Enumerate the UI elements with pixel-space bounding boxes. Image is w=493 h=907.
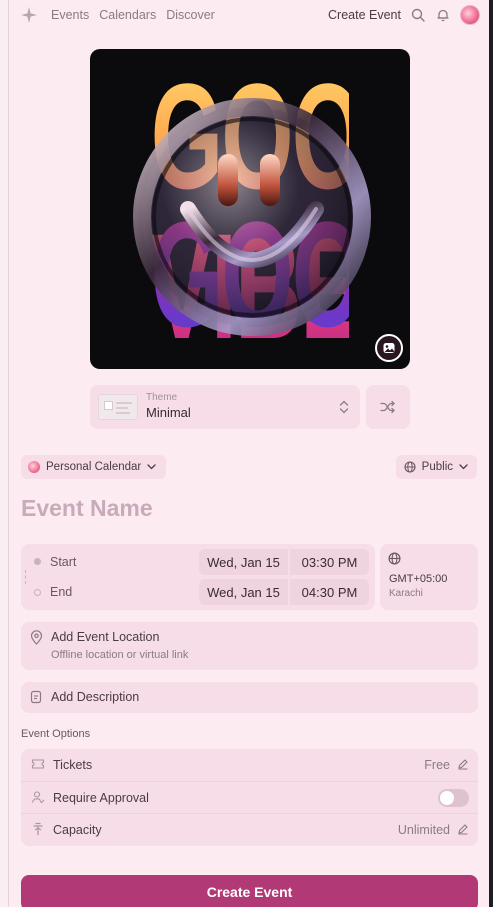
description-title: Add Description [51, 690, 140, 704]
map-pin-icon [30, 630, 43, 645]
pencil-icon[interactable] [457, 758, 469, 770]
calendar-label: Personal Calendar [46, 461, 142, 473]
nav-link-calendars[interactable]: Calendars [99, 8, 156, 22]
theme-selector[interactable]: Theme Minimal [90, 385, 360, 429]
image-icon [383, 343, 395, 353]
location-title: Add Event Location [51, 630, 160, 644]
theme-thumbnail [98, 394, 138, 420]
nav-link-discover[interactable]: Discover [166, 8, 215, 22]
event-name-input[interactable]: Event Name [21, 495, 153, 522]
location-subtitle: Offline location or virtual link [51, 649, 189, 661]
theme-label: Theme [146, 392, 178, 403]
right-edge [489, 0, 493, 907]
approval-label: Require Approval [53, 791, 149, 805]
globe-icon [404, 461, 416, 473]
bell-icon[interactable] [435, 7, 451, 23]
timezone-city: Karachi [389, 588, 423, 599]
user-avatar[interactable] [460, 5, 480, 25]
shuffle-theme-button[interactable] [366, 385, 410, 429]
calendar-selector[interactable]: Personal Calendar [21, 455, 167, 479]
pencil-icon[interactable] [457, 823, 469, 835]
capacity-icon [33, 822, 43, 835]
nav-links: Events Calendars Discover [51, 8, 215, 22]
start-date-field[interactable]: Wed, Jan 15 [199, 549, 288, 575]
sparkle-icon[interactable] [20, 6, 38, 24]
ticket-icon [31, 759, 45, 769]
globe-icon [388, 552, 401, 565]
tickets-option-row[interactable]: Tickets Free [21, 749, 478, 781]
start-end-connector [25, 570, 26, 584]
nav-create-event-link[interactable]: Create Event [328, 8, 401, 22]
add-description-button[interactable]: Add Description [21, 682, 478, 713]
end-label: End [50, 585, 73, 599]
chevron-down-icon [147, 464, 156, 470]
capacity-label: Capacity [53, 823, 102, 837]
nav-right: Create Event [328, 5, 480, 25]
left-edge [0, 0, 9, 907]
nav-link-events[interactable]: Events [51, 8, 89, 22]
timezone-selector[interactable]: GMT+05:00 Karachi [380, 544, 478, 610]
create-event-page: Events Calendars Discover Create Event G… [9, 0, 489, 907]
cover-image[interactable]: GOOD VIBES GOOD VIBES [90, 49, 410, 369]
date-time-panel: Start End Wed, Jan 15 03:30 PM Wed, Jan … [21, 544, 375, 610]
add-location-button[interactable]: Add Event Location Offline location or v… [21, 622, 478, 670]
user-check-icon [31, 791, 45, 804]
search-icon[interactable] [410, 7, 426, 23]
capacity-option-row[interactable]: Capacity Unlimited [21, 813, 478, 845]
event-options-panel: Tickets Free Require Approval Capacity U… [21, 749, 478, 846]
create-event-button[interactable]: Create Event [21, 875, 478, 907]
end-date-field[interactable]: Wed, Jan 15 [199, 579, 288, 605]
approval-option-row: Require Approval [21, 781, 478, 813]
visibility-selector[interactable]: Public [395, 455, 477, 479]
start-dot [34, 558, 41, 565]
require-approval-toggle[interactable] [438, 789, 469, 807]
chevron-up-down-icon [339, 400, 349, 414]
top-nav: Events Calendars Discover Create Event [9, 0, 489, 32]
theme-value: Minimal [146, 405, 191, 420]
smiley-graphic [133, 98, 371, 336]
tickets-value: Free [424, 758, 450, 772]
calendar-avatar [28, 461, 40, 473]
capacity-value: Unlimited [397, 823, 450, 837]
timezone-offset: GMT+05:00 [389, 573, 448, 585]
start-label: Start [50, 555, 77, 569]
document-icon [30, 690, 42, 704]
start-time-field[interactable]: 03:30 PM [290, 549, 369, 575]
visibility-label: Public [421, 461, 453, 473]
end-dot [34, 589, 41, 596]
shuffle-icon [380, 400, 395, 414]
change-cover-button[interactable] [375, 334, 403, 362]
end-time-field[interactable]: 04:30 PM [290, 579, 369, 605]
event-options-heading: Event Options [21, 728, 91, 740]
tickets-label: Tickets [53, 758, 93, 772]
chevron-down-icon [459, 464, 468, 470]
